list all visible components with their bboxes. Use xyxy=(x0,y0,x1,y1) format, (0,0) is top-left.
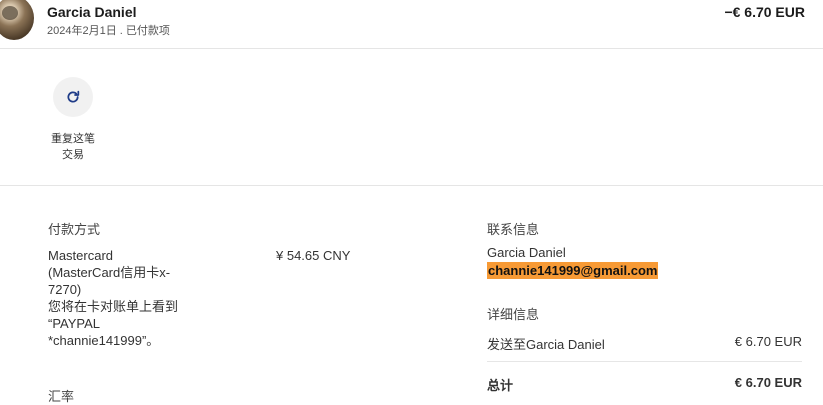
payment-line: Mastercard xyxy=(48,248,114,263)
sent-to-label: 发送至Garcia Daniel xyxy=(487,337,605,352)
payment-amount-cny: ¥ 54.65 CNY xyxy=(276,248,351,263)
payment-line: *channie141999”。 xyxy=(48,333,160,348)
repeat-transaction-label[interactable]: 重复这笔交易 xyxy=(48,131,98,163)
transaction-subtitle: 2024年2月1日 . 已付款项 xyxy=(47,25,170,37)
contact-info-title: 联系信息 xyxy=(487,222,540,237)
details-title: 详细信息 xyxy=(487,307,540,322)
payment-method-title: 付款方式 xyxy=(48,222,101,237)
payment-line: “PAYPAL xyxy=(48,316,101,331)
divider xyxy=(0,185,823,186)
contact-name: Garcia Daniel xyxy=(487,245,566,260)
payment-line: (MasterCard信用卡x- xyxy=(48,265,171,280)
payment-line: 7270) xyxy=(48,282,82,297)
total-amount: € 6.70 EUR xyxy=(734,375,802,390)
payment-line: 您将在卡对账单上看到 xyxy=(48,299,179,314)
total-label: 总计 xyxy=(487,378,514,393)
avatar xyxy=(0,0,34,40)
transaction-name: Garcia Daniel xyxy=(47,4,137,20)
refresh-icon xyxy=(67,90,80,103)
exchange-rate-title: 汇率 xyxy=(48,389,75,404)
sent-to-amount: € 6.70 EUR xyxy=(734,334,802,349)
payment-method-details: Mastercard (MasterCard信用卡x- 7270) 您将在卡对账… xyxy=(48,247,238,349)
contact-email[interactable]: channie141999@gmail.com xyxy=(487,262,659,279)
transaction-header: Garcia Daniel 2024年2月1日 . 已付款项 −€ 6.70 E… xyxy=(0,0,823,48)
divider xyxy=(0,48,823,49)
transaction-amount: −€ 6.70 EUR xyxy=(724,4,805,20)
repeat-transaction-button[interactable] xyxy=(53,77,93,117)
details-divider xyxy=(487,361,802,362)
